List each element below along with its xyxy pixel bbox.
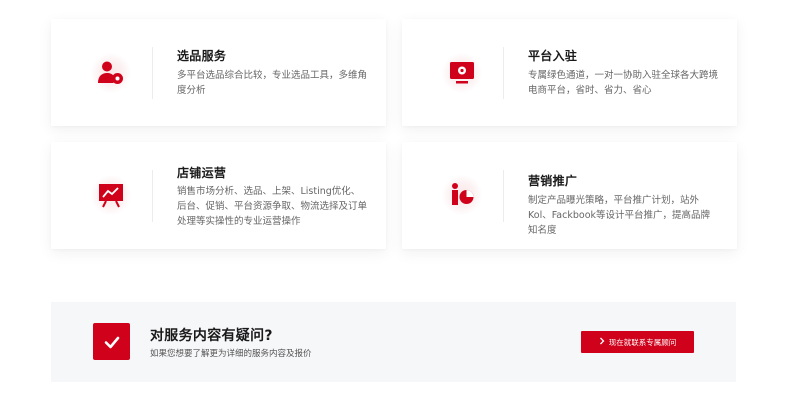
checkmark-icon bbox=[93, 323, 130, 360]
presentation-chart-icon bbox=[91, 175, 131, 215]
card-divider bbox=[152, 170, 153, 222]
contact-advisor-label: 现在就联系专属顾问 bbox=[608, 337, 677, 347]
services-page: 选品服务 多平台选品综合比较，专业选品工具，多维角度分析 平台入驻 专属绿色通道… bbox=[0, 0, 800, 411]
service-title: 平台入驻 bbox=[528, 49, 578, 63]
user-gear-icon bbox=[91, 53, 131, 93]
cta-title: 对服务内容有疑问? bbox=[150, 328, 273, 344]
service-card-store-ops[interactable]: 店铺运营 销售市场分析、选品、上架、Listing优化、后台、促销、平台资源争取… bbox=[51, 142, 386, 249]
card-divider bbox=[503, 170, 504, 222]
monitor-gear-icon bbox=[442, 53, 482, 93]
chevron-right-icon bbox=[599, 337, 605, 347]
service-description: 销售市场分析、选品、上架、Listing优化、后台、促销、平台资源争取、物流选择… bbox=[177, 186, 368, 227]
contact-cta-band: 对服务内容有疑问? 如果您想要了解更为详细的服务内容及报价 现在就联系专属顾问 bbox=[51, 302, 736, 382]
service-description: 多平台选品综合比较，专业选品工具，多维角度分析 bbox=[177, 70, 368, 96]
presenter-pie-chart-icon bbox=[442, 175, 482, 215]
cta-subtitle: 如果您想要了解更为详细的服务内容及报价 bbox=[150, 349, 312, 359]
service-title: 店铺运营 bbox=[177, 166, 227, 180]
service-card-selection[interactable]: 选品服务 多平台选品综合比较，专业选品工具，多维角度分析 bbox=[51, 19, 386, 126]
service-title: 选品服务 bbox=[177, 49, 227, 63]
service-card-marketing[interactable]: 营销推广 制定产品曝光策略，平台推广计划，站外Kol、Fackbook等设计平台… bbox=[402, 142, 737, 249]
service-description: 制定产品曝光策略，平台推广计划，站外Kol、Fackbook等设计平台推广，提高… bbox=[528, 195, 711, 236]
card-divider bbox=[152, 47, 153, 99]
service-card-platform[interactable]: 平台入驻 专属绿色通道，一对一协助入驻全球各大跨境电商平台，省时、省力、省心 bbox=[402, 19, 737, 126]
service-description: 专属绿色通道，一对一协助入驻全球各大跨境电商平台，省时、省力、省心 bbox=[528, 70, 719, 96]
card-divider bbox=[503, 47, 504, 99]
service-title: 营销推广 bbox=[528, 174, 578, 188]
contact-advisor-button[interactable]: 现在就联系专属顾问 bbox=[581, 331, 694, 353]
